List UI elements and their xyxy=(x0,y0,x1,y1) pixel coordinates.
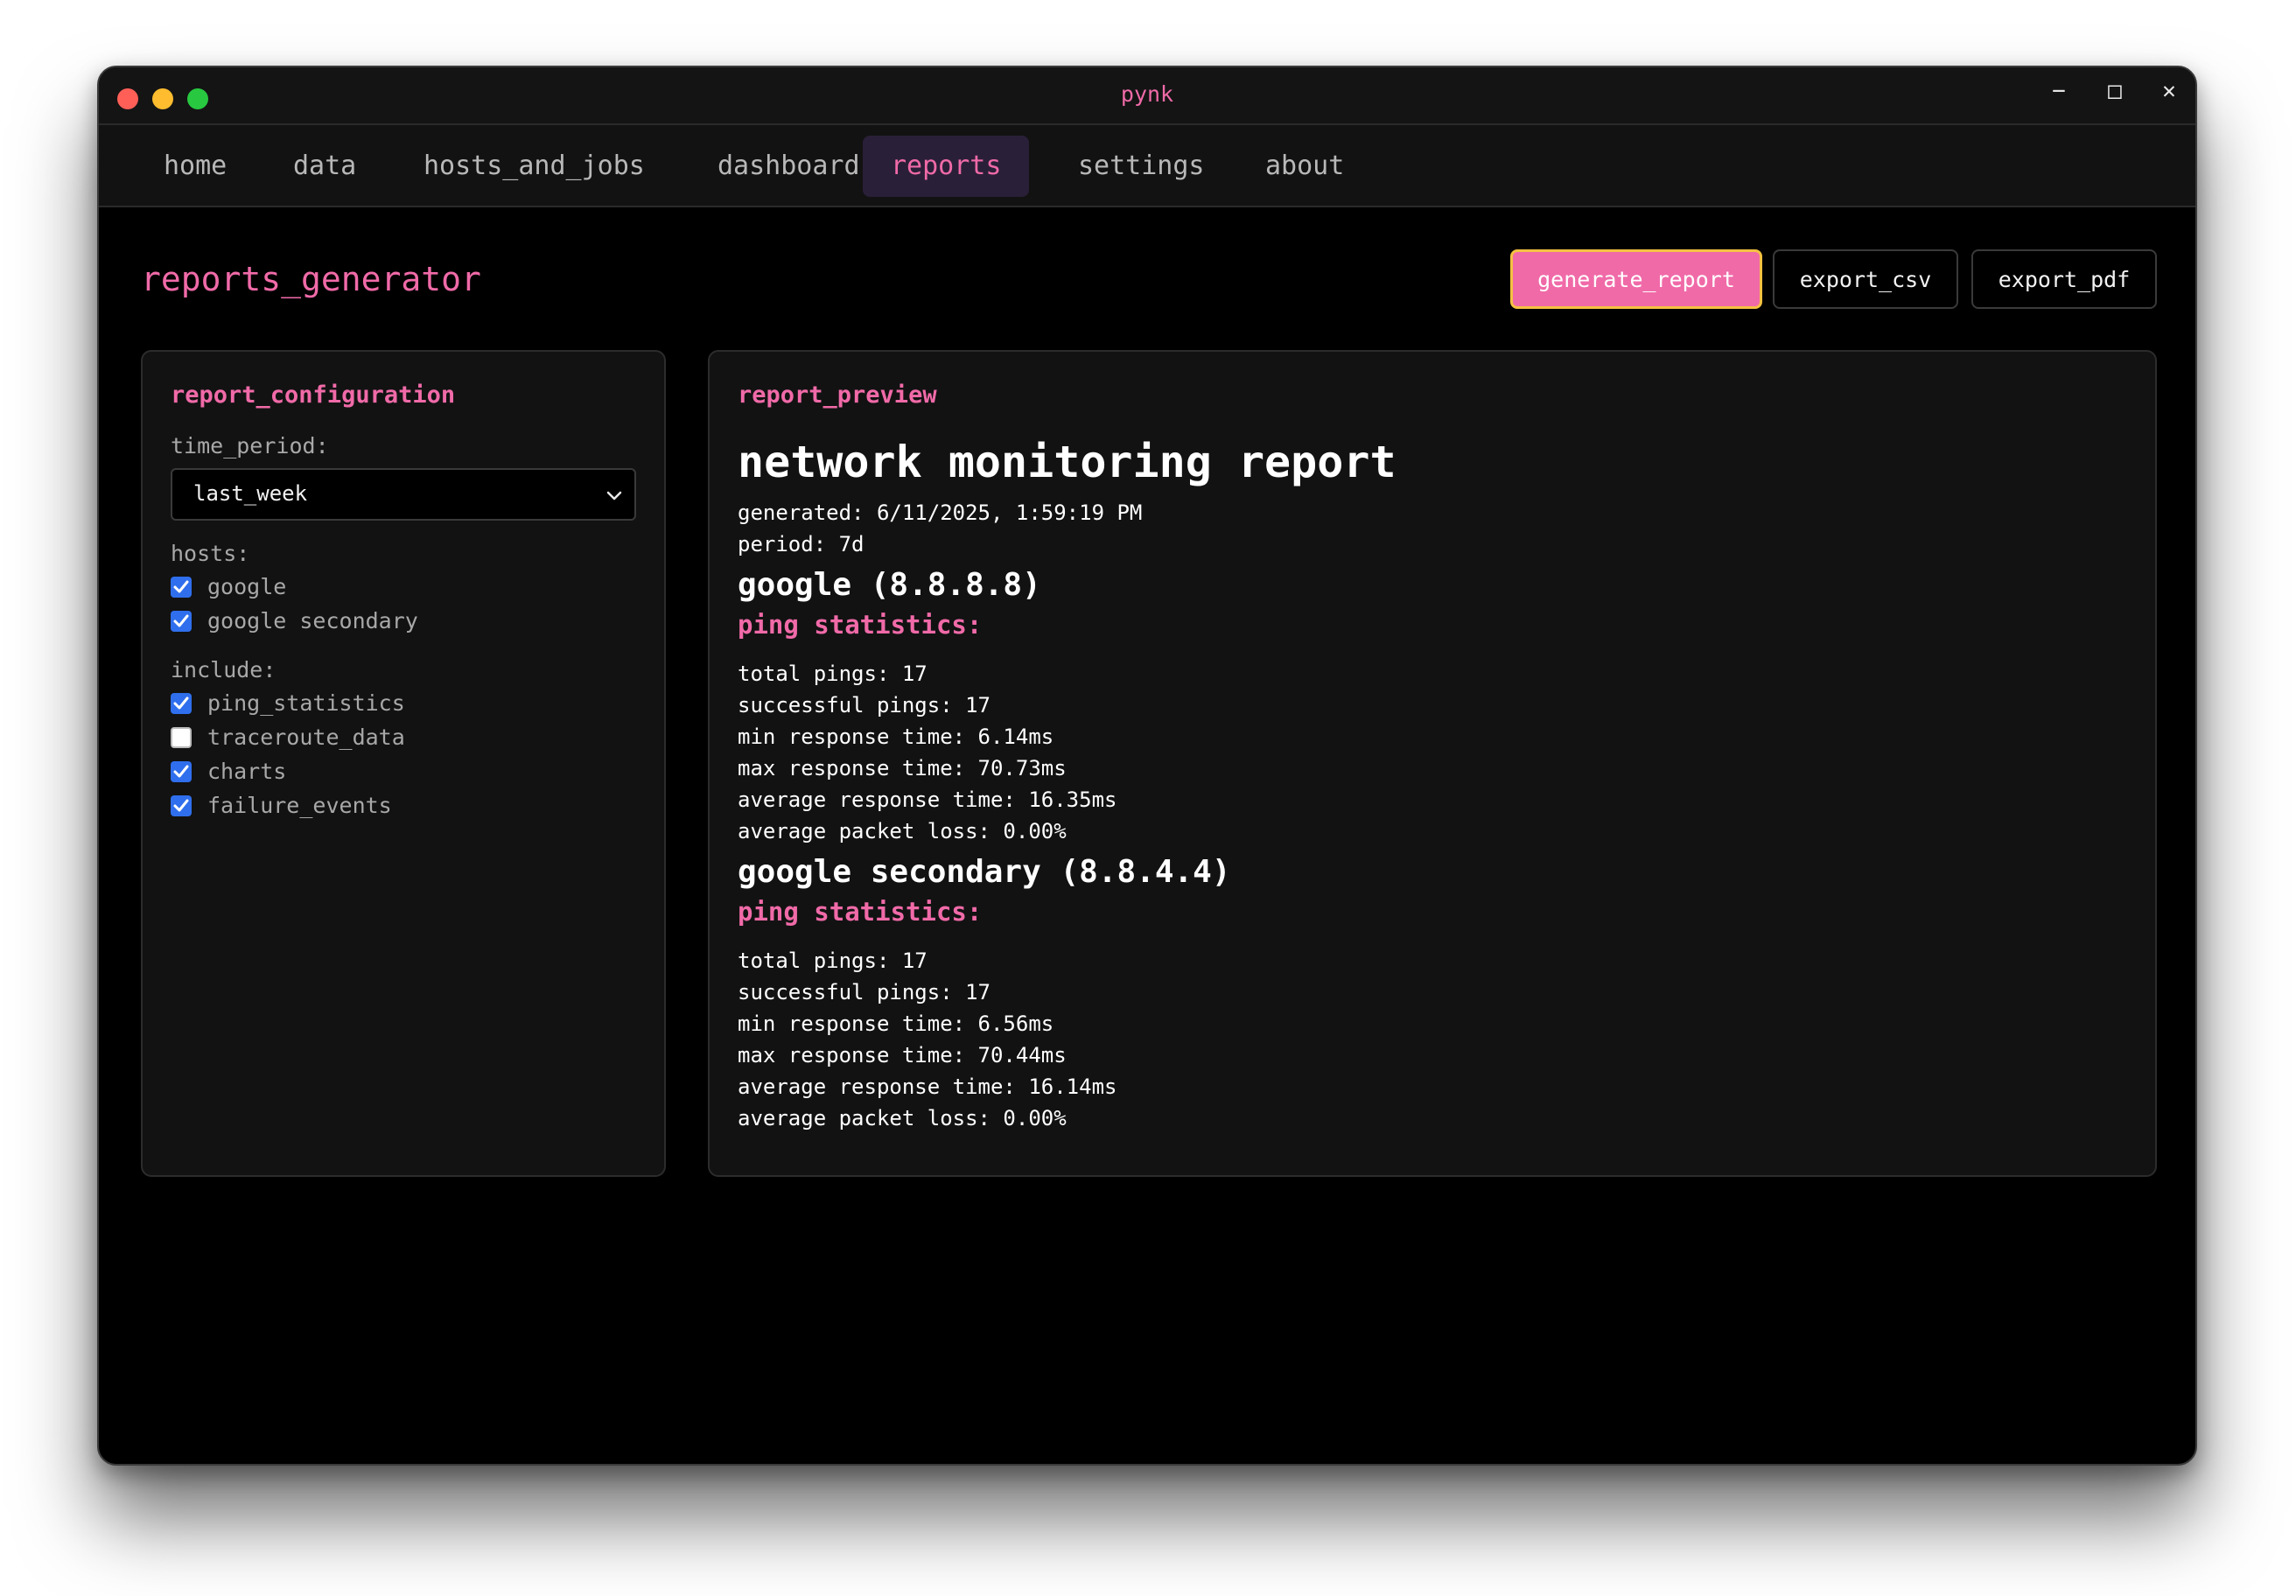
charts-label: charts xyxy=(207,759,287,784)
close-icon[interactable]: ✕ xyxy=(2152,78,2187,104)
generate-report-button[interactable]: generate_report xyxy=(1510,249,1762,309)
charts-checkbox[interactable] xyxy=(171,761,192,782)
stat-line: average response time: 16.35ms xyxy=(738,788,1117,812)
time-period-select[interactable]: last_week xyxy=(171,468,636,521)
traceroute-data-label: traceroute_data xyxy=(207,724,405,750)
time-period-value: last_week xyxy=(193,481,308,506)
failure-events-label: failure_events xyxy=(207,793,392,818)
ping-statistics-checkbox[interactable] xyxy=(171,693,192,714)
tab-dashboard[interactable]: dashboard xyxy=(690,136,888,197)
stat-line: average packet loss: 0.00% xyxy=(738,819,1067,844)
stat-line: successful pings: 17 xyxy=(738,693,990,718)
stat-line: max response time: 70.73ms xyxy=(738,756,1067,780)
window-title: pynk xyxy=(1120,81,1174,107)
stat-line: average packet loss: 0.00% xyxy=(738,1106,1067,1130)
report-period: period: 7d xyxy=(738,532,864,556)
time-period-label: time_period: xyxy=(171,433,329,458)
report-content: network monitoring report generated: 6/1… xyxy=(738,436,2120,1134)
report-preview-panel: report_preview network monitoring report… xyxy=(708,350,2157,1177)
host-google-secondary-checkbox[interactable] xyxy=(171,611,192,632)
include-label: include: xyxy=(171,657,276,682)
host-heading: google secondary (8.8.4.4) xyxy=(738,854,1231,890)
title-bar[interactable]: pynk − □ ✕ xyxy=(99,67,2195,125)
stat-line: successful pings: 17 xyxy=(738,980,990,1004)
traceroute-data-checkbox[interactable] xyxy=(171,727,192,748)
report-configuration-panel: report_configuration time_period: last_w… xyxy=(141,350,666,1177)
host-heading: google (8.8.8.8) xyxy=(738,567,1041,603)
stat-line: max response time: 70.44ms xyxy=(738,1043,1067,1068)
export-pdf-button[interactable]: export_pdf xyxy=(1971,249,2157,309)
maximize-icon[interactable]: □ xyxy=(2097,78,2132,104)
report-title: network monitoring report xyxy=(738,437,1396,487)
generated-timestamp: generated: 6/11/2025, 1:59:19 PM xyxy=(738,500,1143,525)
tab-reports[interactable]: reports xyxy=(863,136,1030,197)
stat-line: min response time: 6.14ms xyxy=(738,724,1054,749)
failure-events-checkbox[interactable] xyxy=(171,795,192,816)
host-google-checkbox[interactable] xyxy=(171,577,192,598)
preview-title: report_preview xyxy=(738,382,937,409)
hosts-label: hosts: xyxy=(171,541,250,566)
ping-statistics-label: ping_statistics xyxy=(207,690,405,716)
stat-line: total pings: 17 xyxy=(738,948,928,973)
stat-line: average response time: 16.14ms xyxy=(738,1074,1117,1099)
tab-settings[interactable]: settings xyxy=(1050,136,1233,197)
nav-bar: home data hosts_and_jobs dashboard repor… xyxy=(99,125,2195,207)
config-title: report_configuration xyxy=(171,382,456,409)
ping-statistics-heading: ping statistics: xyxy=(738,897,983,927)
minimize-icon[interactable]: − xyxy=(2041,78,2076,104)
tab-hosts-and-jobs[interactable]: hosts_and_jobs xyxy=(396,136,673,197)
tab-home[interactable]: home xyxy=(136,136,255,197)
host-google-secondary-label: google secondary xyxy=(207,608,418,634)
chevron-down-icon xyxy=(606,491,622,500)
host-google-label: google xyxy=(207,574,287,599)
stat-line: total pings: 17 xyxy=(738,662,928,686)
page-title: reports_generator xyxy=(141,260,481,298)
tab-about[interactable]: about xyxy=(1237,136,1372,197)
ping-statistics-heading: ping statistics: xyxy=(738,610,983,640)
tab-data[interactable]: data xyxy=(265,136,384,197)
export-csv-button[interactable]: export_csv xyxy=(1773,249,1958,309)
stat-line: min response time: 6.56ms xyxy=(738,1012,1054,1036)
app-window: pynk − □ ✕ home data hosts_and_jobs dash… xyxy=(97,66,2197,1466)
